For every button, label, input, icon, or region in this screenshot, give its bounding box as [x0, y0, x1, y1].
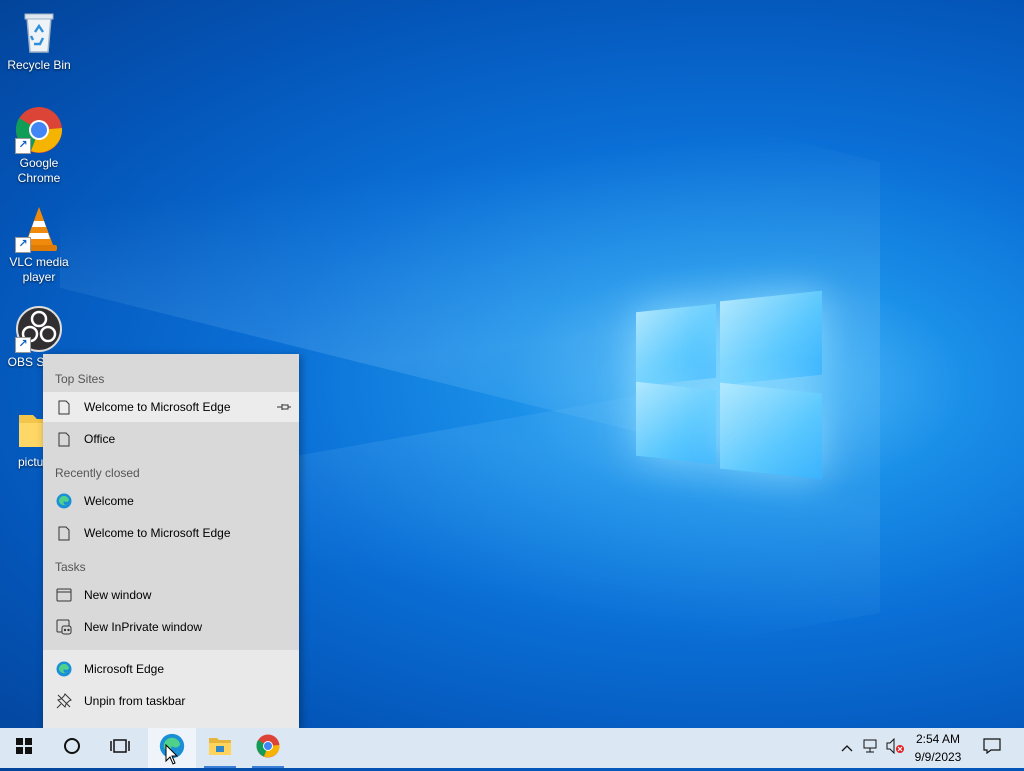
desktop-icon-vlc[interactable]: ↗ VLC media player	[1, 205, 77, 285]
edge-icon	[56, 661, 72, 677]
chevron-up-icon	[841, 739, 853, 757]
chrome-icon: ↗	[15, 106, 63, 154]
jumplist-item-office[interactable]: Office	[43, 424, 299, 454]
page-icon	[56, 399, 72, 415]
notification-icon	[983, 737, 1001, 759]
desktop-icon-label: VLC media player	[9, 255, 69, 284]
desktop-icon-label: Google Chrome	[17, 156, 61, 185]
tasks-header: Tasks	[55, 560, 86, 574]
jumplist-item-label: New InPrivate window	[84, 620, 203, 634]
network-icon	[862, 738, 880, 759]
page-icon	[56, 431, 72, 447]
pin-icon[interactable]	[277, 401, 291, 411]
task-view-button[interactable]	[96, 728, 144, 768]
desktop-icon-label: Recycle Bin	[7, 58, 71, 72]
edge-jump-list: Top Sites Welcome to Microsoft Edge Offi…	[43, 354, 299, 728]
jumplist-item-label: New window	[84, 588, 152, 602]
recycle-bin-icon	[15, 8, 63, 56]
file-explorer-icon	[208, 736, 232, 761]
jumplist-item-label: Microsoft Edge	[84, 662, 165, 676]
jumplist-item-new-window[interactable]: New window	[43, 580, 299, 610]
speaker-muted-icon	[886, 737, 904, 759]
mouse-cursor-icon	[165, 743, 179, 771]
jumplist-item-welcome[interactable]: Welcome	[43, 486, 299, 516]
task-view-icon	[110, 738, 130, 759]
clock-time: 2:54 AM	[915, 732, 961, 746]
page-icon	[56, 525, 72, 541]
jumplist-item-label: Unpin from taskbar	[84, 694, 186, 708]
start-button[interactable]	[0, 728, 48, 768]
window-icon	[56, 587, 72, 603]
jumplist-item-label: Welcome	[84, 494, 134, 508]
obs-icon: ↗	[15, 305, 63, 353]
jumplist-item-label: Welcome to Microsoft Edge	[84, 400, 231, 414]
desktop-icon-google-chrome[interactable]: ↗ Google Chrome	[1, 106, 77, 186]
inprivate-icon	[56, 619, 72, 635]
shortcut-arrow-icon: ↗	[15, 138, 31, 154]
chrome-icon	[256, 734, 280, 763]
vlc-cone-icon: ↗	[15, 205, 63, 253]
jumplist-item-welcome-to-edge-recent[interactable]: Welcome to Microsoft Edge	[43, 518, 299, 548]
jumplist-item-unpin-from-taskbar[interactable]: Unpin from taskbar	[43, 686, 299, 716]
clock-date: 9/9/2023	[914, 750, 962, 764]
volume-button[interactable]	[884, 728, 906, 768]
jumplist-item-new-inprivate-window[interactable]: New InPrivate window	[43, 612, 299, 642]
edge-icon	[56, 493, 72, 509]
top-sites-header: Top Sites	[55, 372, 105, 386]
unpin-icon	[56, 693, 72, 709]
jumplist-item-label: Welcome to Microsoft Edge	[84, 526, 231, 540]
network-button[interactable]	[860, 728, 882, 768]
taskbar-chrome-button[interactable]	[244, 728, 292, 768]
jumplist-item-welcome-to-edge[interactable]: Welcome to Microsoft Edge	[43, 392, 299, 422]
windows-wallpaper-logo	[636, 290, 822, 480]
taskbar: 2:54 AM 9/9/2023	[0, 728, 1024, 768]
taskbar-file-explorer-button[interactable]	[196, 728, 244, 768]
clock[interactable]: 2:54 AM 9/9/2023	[906, 730, 970, 766]
start-icon	[16, 737, 32, 759]
taskbar-edge-button[interactable]	[148, 728, 196, 768]
show-hidden-icons-button[interactable]	[836, 728, 858, 768]
jumplist-item-label: Office	[84, 432, 116, 446]
search-circle-icon	[63, 737, 81, 760]
desktop-icon-recycle-bin[interactable]: Recycle Bin	[1, 8, 77, 73]
shortcut-arrow-icon: ↗	[15, 237, 31, 253]
jumplist-item-microsoft-edge[interactable]: Microsoft Edge	[43, 654, 299, 684]
recently-closed-header: Recently closed	[55, 466, 140, 480]
shortcut-arrow-icon: ↗	[15, 337, 31, 353]
jumplist-bottom-section: Microsoft Edge Unpin from taskbar	[43, 650, 299, 728]
action-center-button[interactable]	[972, 728, 1012, 768]
search-button[interactable]	[48, 728, 96, 768]
